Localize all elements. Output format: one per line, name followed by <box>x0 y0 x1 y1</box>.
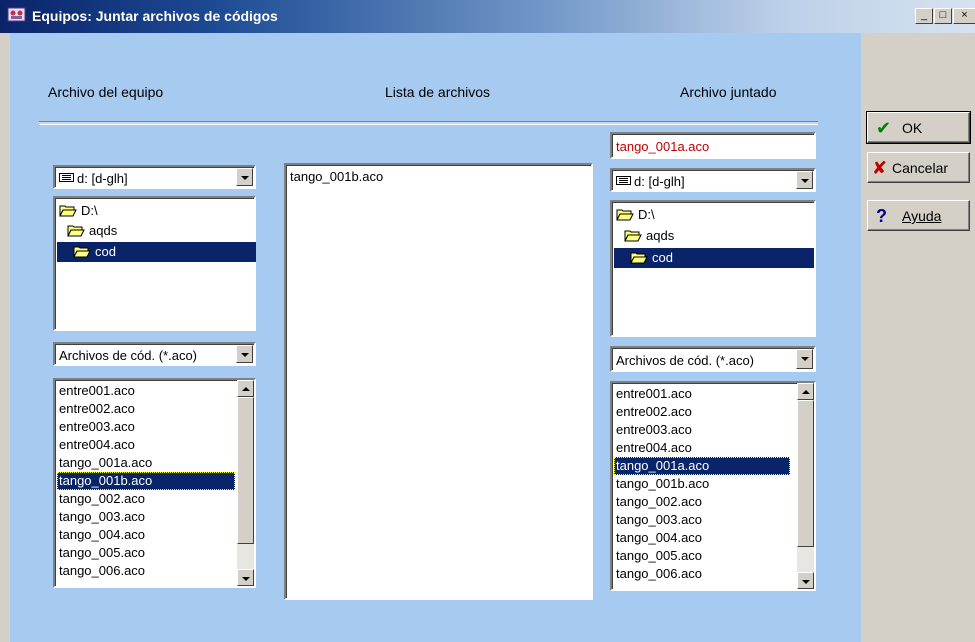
open-folder-icon <box>59 205 77 217</box>
checkmark-icon: ✔ <box>876 118 892 138</box>
right-file-scrollbar[interactable] <box>797 383 814 589</box>
left-dir-aqds[interactable]: aqds <box>57 221 252 241</box>
chevron-down-icon <box>802 580 810 584</box>
joined-file-list[interactable]: tango_001b.aco <box>284 163 593 600</box>
list-item[interactable]: tango_006.aco <box>614 565 790 583</box>
output-filename-input[interactable]: tango_001a.aco <box>610 132 816 159</box>
list-item[interactable]: tango_006.aco <box>57 562 235 580</box>
chevron-down-icon <box>801 357 809 361</box>
left-drive-select[interactable]: d: [d-glh] <box>53 165 256 189</box>
drive-icon <box>59 173 74 182</box>
output-filename-value: tango_001a.aco <box>616 139 710 154</box>
title-bar[interactable]: Equipos: Juntar archivos de códigos _ □ … <box>0 0 975 33</box>
list-item[interactable]: tango_004.aco <box>57 526 235 544</box>
right-drive-value: d: [d-glh] <box>634 174 685 189</box>
right-filter-select[interactable]: Archivos de cód. (*.aco) <box>610 346 816 372</box>
minimize-button[interactable]: _ <box>915 8 933 24</box>
left-filter-value: Archivos de cód. (*.aco) <box>59 348 198 363</box>
chevron-up-icon <box>802 390 810 394</box>
chevron-up-icon <box>242 387 250 391</box>
list-item[interactable]: entre004.aco <box>57 436 235 454</box>
list-item[interactable]: tango_002.aco <box>57 490 235 508</box>
left-filter-dropdown-button[interactable] <box>236 345 253 363</box>
list-item[interactable]: entre004.aco <box>614 439 790 457</box>
cancel-button[interactable]: ✘ Cancelar <box>867 152 970 183</box>
left-drive-value: d: [d-glh] <box>77 171 128 186</box>
left-dir-root[interactable]: D:\ <box>57 201 252 221</box>
header-joined-file: Archivo juntado <box>680 84 777 100</box>
list-item[interactable]: tango_001a.aco <box>57 454 235 472</box>
header-file-list: Lista de archivos <box>385 84 491 100</box>
left-dir-cod[interactable]: cod <box>57 242 256 262</box>
header-source-file: Archivo del equipo <box>48 84 164 100</box>
scroll-down-button[interactable] <box>237 569 254 586</box>
help-label: Ayuda <box>902 208 942 224</box>
right-dir-aqds[interactable]: aqds <box>614 226 812 246</box>
right-filter-dropdown-button[interactable] <box>796 349 813 369</box>
list-item[interactable]: tango_003.aco <box>614 511 790 529</box>
right-filter-value: Archivos de cód. (*.aco) <box>616 353 755 368</box>
drive-icon <box>616 176 631 185</box>
list-item[interactable]: tango_001b.aco <box>57 472 235 490</box>
list-item[interactable]: tango_005.aco <box>614 547 790 565</box>
open-folder-icon <box>616 209 634 221</box>
scroll-thumb[interactable] <box>797 400 814 547</box>
left-file-scrollbar[interactable] <box>237 380 254 586</box>
right-file-list[interactable]: entre001.aco entre002.aco entre003.aco entr… <box>610 381 816 591</box>
list-item[interactable]: tango_005.aco <box>57 544 235 562</box>
ok-button[interactable]: ✔ OK <box>866 111 971 144</box>
app-icon <box>7 7 26 22</box>
scroll-thumb[interactable] <box>237 397 254 544</box>
left-directory-list[interactable]: D:\ aqds cod <box>53 196 256 331</box>
list-item[interactable]: entre003.aco <box>614 421 790 439</box>
list-item[interactable]: tango_001b.aco <box>614 475 790 493</box>
maximize-button[interactable]: □ <box>934 8 952 24</box>
x-icon: ✘ <box>872 158 888 178</box>
scroll-up-button[interactable] <box>797 383 814 400</box>
right-directory-list[interactable]: D:\ aqds cod <box>610 200 816 337</box>
window-title: Equipos: Juntar archivos de códigos <box>32 8 278 24</box>
list-item[interactable]: entre002.aco <box>614 403 790 421</box>
list-item[interactable]: tango_001a.aco <box>614 457 790 475</box>
open-folder-icon <box>73 246 91 258</box>
chevron-down-icon <box>241 176 249 180</box>
header-separator <box>39 121 818 125</box>
list-item[interactable]: entre001.aco <box>57 382 235 400</box>
right-dir-cod[interactable]: cod <box>614 248 814 268</box>
right-drive-select[interactable]: d: [d-glh] <box>610 168 816 192</box>
scroll-down-button[interactable] <box>797 572 814 589</box>
left-drive-dropdown-button[interactable] <box>236 168 253 186</box>
list-item[interactable]: tango_003.aco <box>57 508 235 526</box>
help-button[interactable]: ? Ayuda <box>867 200 970 231</box>
list-item[interactable]: tango_004.aco <box>614 529 790 547</box>
left-filter-select[interactable]: Archivos de cód. (*.aco) <box>53 342 256 366</box>
scroll-up-button[interactable] <box>237 380 254 397</box>
close-button[interactable]: × <box>953 8 975 24</box>
chevron-down-icon <box>801 179 809 183</box>
list-item[interactable]: entre002.aco <box>57 400 235 418</box>
chevron-down-icon <box>241 353 249 357</box>
question-icon: ? <box>876 206 887 226</box>
open-folder-icon <box>630 252 648 264</box>
list-item[interactable]: tango_002.aco <box>614 493 790 511</box>
open-folder-icon <box>67 225 85 237</box>
list-item[interactable]: tango_001b.aco <box>288 168 383 186</box>
list-item[interactable]: entre001.aco <box>614 385 790 403</box>
open-folder-icon <box>624 230 642 242</box>
list-item[interactable]: entre003.aco <box>57 418 235 436</box>
left-file-list[interactable]: entre001.aco entre002.aco entre003.aco entr… <box>53 378 256 588</box>
right-drive-dropdown-button[interactable] <box>796 171 813 189</box>
chevron-down-icon <box>242 577 250 581</box>
right-dir-root[interactable]: D:\ <box>614 205 812 225</box>
